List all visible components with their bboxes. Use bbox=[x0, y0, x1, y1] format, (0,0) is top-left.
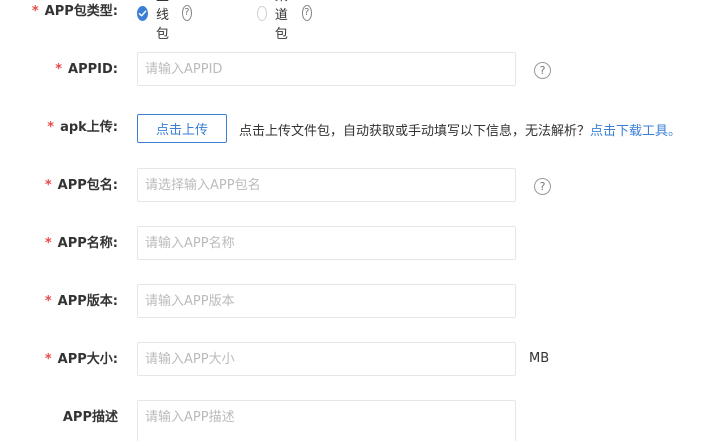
apk-upload-label-text: apk上传: bbox=[60, 120, 118, 135]
app-name-label-text: APP名称: bbox=[57, 236, 118, 251]
app-desc-textarea[interactable] bbox=[137, 400, 516, 441]
app-version-input[interactable] bbox=[137, 284, 516, 318]
download-tool-link[interactable]: 点击下载工具。 bbox=[590, 124, 681, 139]
question-circle-icon[interactable]: ? bbox=[534, 178, 551, 195]
radio-channel-package[interactable]: 渠道包 ? bbox=[257, 0, 313, 42]
question-circle-icon[interactable]: ? bbox=[301, 5, 313, 21]
radio-main-package[interactable]: 主线包 ? bbox=[137, 0, 193, 42]
required-mark: * bbox=[44, 178, 52, 193]
radio-unchecked-icon[interactable] bbox=[257, 5, 267, 21]
required-mark: * bbox=[55, 62, 63, 77]
required-mark: * bbox=[31, 4, 39, 19]
app-version-label-text: APP版本: bbox=[57, 294, 118, 309]
required-mark: * bbox=[44, 352, 52, 367]
app-name-input[interactable] bbox=[137, 226, 516, 260]
appid-label-text: APPID: bbox=[68, 62, 118, 77]
upload-hint-text: 点击上传文件包，自动获取或手动填写以下信息，无法解析？ bbox=[239, 124, 591, 139]
app-size-input[interactable] bbox=[137, 342, 516, 376]
app-name-label: * APP名称: bbox=[0, 235, 118, 253]
upload-hint: 点击上传文件包，自动获取或手动填写以下信息，无法解析？点击下载工具。 bbox=[239, 120, 681, 139]
appid-input[interactable] bbox=[137, 52, 516, 86]
package-name-label-text: APP包名: bbox=[57, 178, 118, 193]
app-version-label: * APP版本: bbox=[0, 293, 118, 311]
question-circle-icon[interactable]: ? bbox=[534, 62, 551, 79]
radio-checked-icon[interactable] bbox=[137, 5, 148, 21]
app-desc-label-text: APP描述 bbox=[62, 410, 118, 425]
upload-button[interactable]: 点击上传 bbox=[137, 114, 227, 143]
app-upload-form: * APP包类型: 主线包 ? 渠道包 ? * APPID: ? * apk上传: 点… bbox=[0, 0, 721, 441]
app-size-label: * APP大小: bbox=[0, 351, 118, 369]
app-size-unit: MB bbox=[529, 351, 550, 366]
app-type-label-text: APP包类型: bbox=[44, 4, 118, 19]
radio-channel-package-label: 渠道包 bbox=[274, 0, 288, 42]
required-mark: * bbox=[44, 294, 52, 309]
app-desc-label: APP描述 bbox=[0, 409, 118, 427]
appid-label: * APPID: bbox=[0, 61, 118, 79]
app-size-label-text: APP大小: bbox=[57, 352, 118, 367]
package-name-input[interactable] bbox=[137, 168, 516, 202]
package-name-label: * APP包名: bbox=[0, 177, 118, 195]
apk-upload-label: * apk上传: bbox=[0, 119, 118, 137]
radio-main-package-label: 主线包 bbox=[156, 0, 170, 42]
app-type-label: * APP包类型: bbox=[0, 3, 118, 21]
check-icon bbox=[138, 10, 147, 16]
question-circle-icon[interactable]: ? bbox=[181, 5, 193, 21]
required-mark: * bbox=[44, 236, 52, 251]
required-mark: * bbox=[47, 120, 55, 135]
